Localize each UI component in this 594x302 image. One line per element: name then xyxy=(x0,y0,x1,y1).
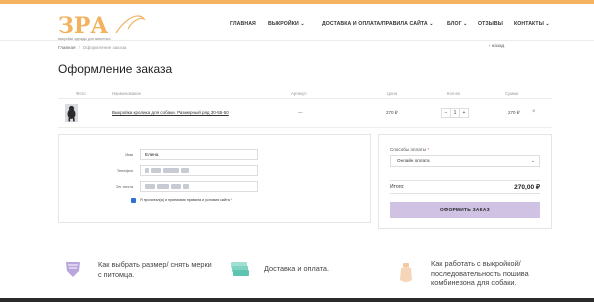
logo-tagline: выкройки одежды для животных xyxy=(58,37,111,41)
product-price: 270 ₽ xyxy=(386,110,398,115)
payment-label-text: Способы оплаты xyxy=(390,147,427,152)
total-label: Итого: xyxy=(390,184,405,190)
total-divider-bottom xyxy=(390,193,540,194)
place-order-button[interactable]: ОФОРМИТЬ ЗАКАЗ xyxy=(390,202,540,218)
column-sku: Артикул xyxy=(291,91,307,96)
payment-selected-value: Онлайн оплата xyxy=(397,158,430,163)
email-label: Эл. почта xyxy=(115,184,133,189)
required-mark: * xyxy=(427,147,430,152)
qty-value[interactable]: 1 xyxy=(450,109,460,117)
column-qty: Кол-во xyxy=(447,91,461,96)
terms-label: Я прочитал(а) и принимаю правила и услов… xyxy=(140,198,230,202)
breadcrumb-home[interactable]: Главная xyxy=(58,45,75,50)
total-value: 270,00 ₽ xyxy=(514,184,540,191)
redacted-segment xyxy=(163,168,179,174)
redacted-segment xyxy=(145,168,149,174)
nav-contacts[interactable]: КОНТАКТЫ ⌄ xyxy=(514,21,550,27)
table-divider-top xyxy=(58,98,552,99)
qty-decrease-button[interactable]: − xyxy=(442,109,450,117)
nav-reviews[interactable]: ОТЗЫВЫ xyxy=(478,21,503,27)
bottle-icon[interactable] xyxy=(398,262,414,284)
phone-field[interactable] xyxy=(140,165,258,176)
payment-methods-label: Способы оплаты * xyxy=(390,147,429,152)
redacted-segment xyxy=(151,168,161,174)
quantity-stepper: − 1 + xyxy=(441,108,469,118)
redacted-segment xyxy=(183,184,189,190)
feature-line: с питомца. xyxy=(98,269,135,279)
product-sum: 270 ₽ xyxy=(508,110,520,115)
qty-increase-button[interactable]: + xyxy=(460,109,468,117)
redacted-segment xyxy=(145,184,155,190)
breadcrumb-current: Оформление заказа xyxy=(82,45,127,50)
footer-bar xyxy=(0,298,594,302)
product-thumbnail[interactable] xyxy=(65,104,78,122)
nav-patterns[interactable]: ВЫКРОЙКИ ⌄ xyxy=(268,21,305,27)
dog-image xyxy=(65,104,78,122)
product-name-link[interactable]: Выкройка кролика для собаки. Размерный р… xyxy=(112,110,229,115)
name-label: Имя xyxy=(125,152,133,157)
column-photo: Фото xyxy=(76,91,86,96)
feature-delivery[interactable]: Доставка и оплата. xyxy=(264,264,329,274)
logo[interactable]: ЗРА xyxy=(58,9,148,39)
feature-line: Как работать с выкройкой/ xyxy=(431,259,521,268)
breadcrumb: Главная / Оформление заказа xyxy=(58,45,127,50)
required-mark: * xyxy=(230,198,233,202)
column-name: Наименование xyxy=(112,91,142,96)
box-icon[interactable] xyxy=(64,259,82,279)
nav-home[interactable]: ГЛАВНАЯ xyxy=(230,21,256,27)
terms-checkbox[interactable] xyxy=(131,198,136,203)
terms-text: Я прочитал(а) и принимаю правила и услов… xyxy=(140,198,232,202)
customer-form-panel xyxy=(58,134,371,223)
redacted-segment xyxy=(171,184,181,190)
email-field[interactable] xyxy=(140,181,258,192)
product-sku: — xyxy=(298,110,303,115)
feature-line: последовательность пошива xyxy=(431,268,529,278)
column-price: Цена xyxy=(387,91,398,96)
table-divider-bottom xyxy=(58,127,552,128)
chevron-down-icon: ⌄ xyxy=(530,158,535,164)
feature-size-guide[interactable]: Как выбрать размер/ снять мерки с питомц… xyxy=(98,260,212,279)
payment-method-select[interactable]: Онлайн оплата ⌄ xyxy=(390,155,540,167)
redacted-segment xyxy=(157,184,169,190)
site-header: ЗРА выкройки одежды для животных ГЛАВНАЯ… xyxy=(0,4,594,41)
feature-sewing-guide[interactable]: Как работать с выкройкой/ последовательн… xyxy=(431,259,529,288)
column-sum: Сумма xyxy=(505,91,519,96)
redacted-segment xyxy=(181,168,189,174)
feature-line: Как выбрать размер/ снять мерки xyxy=(98,260,212,269)
breadcrumb-separator: / xyxy=(78,45,80,50)
phone-label: Телефон xyxy=(116,168,133,173)
back-link[interactable]: ‹ назад xyxy=(489,43,504,48)
nav-blog[interactable]: БЛОГ ⌄ xyxy=(447,21,468,27)
total-divider-top xyxy=(390,180,540,181)
svg-text:ЗРА: ЗРА xyxy=(58,13,108,39)
nav-delivery[interactable]: ДОСТАВКА И ОПЛАТА/ПРАВИЛА САЙТА ⌄ xyxy=(322,21,434,27)
remove-item-button[interactable]: × xyxy=(532,109,536,115)
feature-line: комбинезона для собаки. xyxy=(431,278,517,287)
name-field[interactable]: Елена xyxy=(140,149,258,160)
cards-icon[interactable] xyxy=(230,261,250,277)
page-title: Оформление заказа xyxy=(58,62,173,76)
